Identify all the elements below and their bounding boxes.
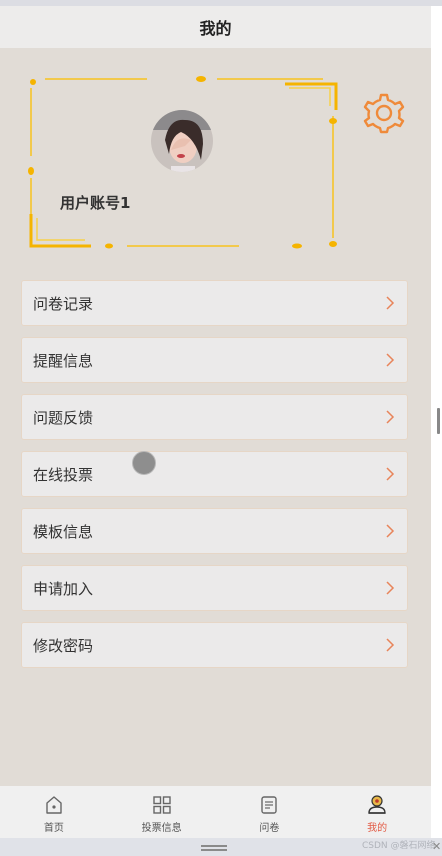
- tab-label: 我的: [367, 823, 388, 834]
- chevron-right-icon: [386, 638, 395, 652]
- menu-item-label: 申请加入: [33, 579, 94, 598]
- menu-item-feedback[interactable]: 问题反馈: [21, 394, 408, 440]
- menu-item-survey-records[interactable]: 问卷记录: [21, 280, 408, 326]
- tab-mine[interactable]: 我的: [323, 786, 431, 838]
- chevron-right-icon: [386, 467, 395, 481]
- menu-item-label: 问卷记录: [33, 294, 94, 313]
- menu-item-label: 模板信息: [33, 522, 94, 541]
- profile-card: 用户账号1: [27, 76, 339, 252]
- chevron-right-icon: [386, 410, 395, 424]
- document-icon: [261, 796, 278, 814]
- chevron-right-icon: [386, 353, 395, 367]
- menu-item-label: 在线投票: [33, 465, 94, 484]
- close-icon[interactable]: ✕: [432, 840, 441, 853]
- bottom-tab-bar: 首页 投票信息 问卷 我的: [0, 786, 431, 838]
- tab-label: 问卷: [259, 823, 280, 834]
- touch-indicator: [132, 451, 156, 475]
- menu-item-label: 问题反馈: [33, 408, 94, 427]
- app-screen: 我的 用户账号1 问卷记录 提醒信息 问题反馈 在线投票 模板信息 申请加入 修…: [0, 6, 431, 838]
- chevron-right-icon: [386, 581, 395, 595]
- watermark: CSDN @磐石网络: [362, 841, 436, 851]
- gear-icon[interactable]: [363, 92, 405, 134]
- tab-label: 投票信息: [141, 823, 182, 834]
- menu-item-online-voting[interactable]: 在线投票: [21, 451, 408, 497]
- chevron-right-icon: [386, 296, 395, 310]
- resize-grip-icon[interactable]: [201, 845, 227, 851]
- avatar[interactable]: [151, 110, 213, 172]
- page-title: 我的: [199, 19, 232, 38]
- menu-list: 问卷记录 提醒信息 问题反馈 在线投票 模板信息 申请加入 修改密码: [21, 280, 408, 679]
- home-icon: [46, 796, 62, 814]
- menu-item-templates[interactable]: 模板信息: [21, 508, 408, 554]
- menu-item-label: 提醒信息: [33, 351, 94, 370]
- scrollbar-handle[interactable]: [437, 408, 440, 434]
- chevron-right-icon: [386, 524, 395, 538]
- tab-vote-info[interactable]: 投票信息: [108, 786, 216, 838]
- tab-home[interactable]: 首页: [0, 786, 108, 838]
- tab-questionnaire[interactable]: 问卷: [216, 786, 324, 838]
- username: 用户账号1: [60, 194, 131, 212]
- menu-item-change-password[interactable]: 修改密码: [21, 622, 408, 668]
- menu-item-apply-join[interactable]: 申请加入: [21, 565, 408, 611]
- tab-label: 首页: [43, 823, 64, 834]
- menu-item-label: 修改密码: [33, 636, 94, 655]
- grid-icon: [152, 796, 171, 814]
- page-header: 我的: [0, 6, 431, 48]
- user-icon: [368, 795, 386, 814]
- menu-item-reminders[interactable]: 提醒信息: [21, 337, 408, 383]
